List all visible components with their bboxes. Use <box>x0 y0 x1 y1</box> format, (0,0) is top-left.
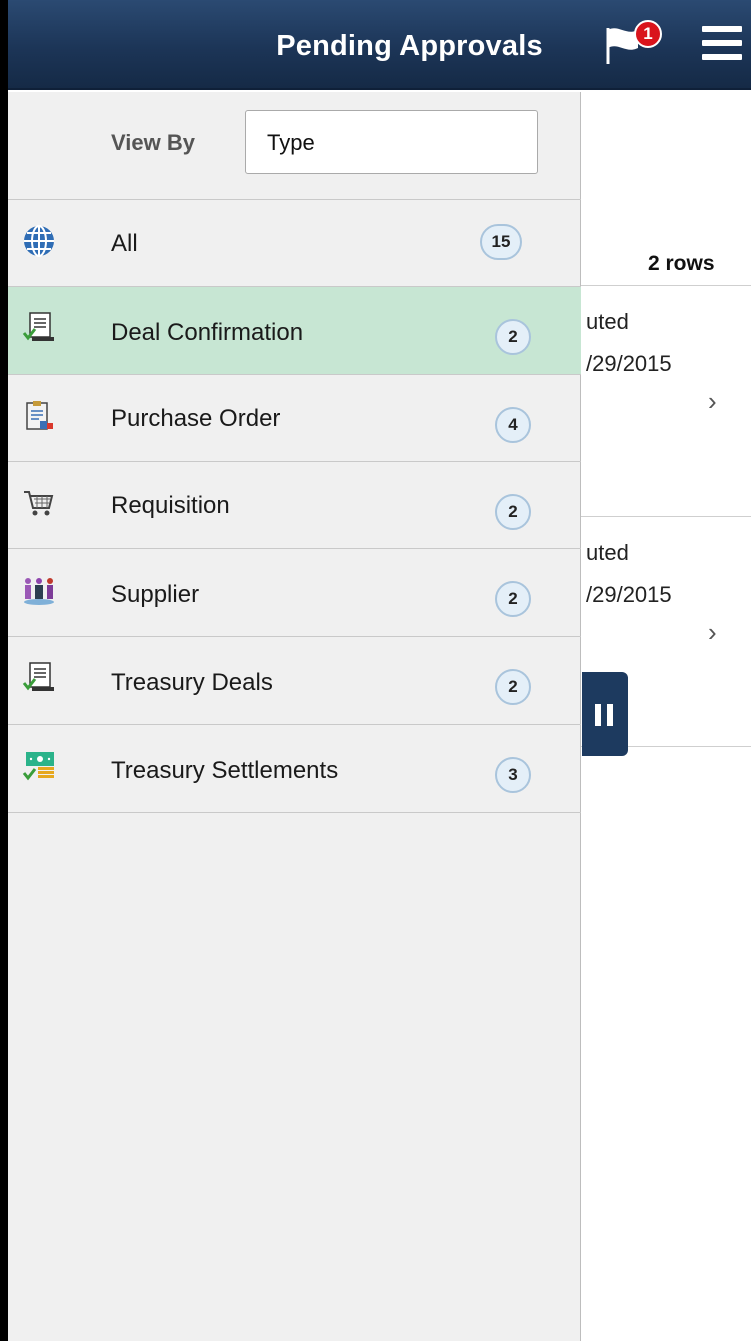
view-by-select[interactable]: Type <box>245 110 538 174</box>
chevron-right-icon[interactable]: › <box>708 386 717 417</box>
filter-item-all[interactable]: All 15 <box>8 200 581 287</box>
menu-button[interactable] <box>702 26 742 66</box>
row-date: /29/2015 <box>586 351 672 376</box>
count-badge: 3 <box>495 757 531 793</box>
globe-icon <box>24 225 54 257</box>
purchase-order-icon <box>26 401 53 430</box>
hamburger-icon <box>702 26 742 32</box>
filter-item-purchase-order[interactable]: Purchase Order 4 <box>8 375 581 462</box>
header-bar: Pending Approvals 1 <box>8 0 751 90</box>
pause-icon <box>595 704 601 726</box>
chevron-right-icon[interactable]: › <box>708 617 717 648</box>
notifications-button[interactable]: 1 <box>604 20 664 70</box>
count-badge: 2 <box>495 319 531 355</box>
treasury-settlements-icon <box>22 752 54 781</box>
row-status: uted <box>586 540 629 565</box>
row-divider <box>578 516 751 517</box>
filter-item-treasury-deals[interactable]: Treasury Deals 2 <box>8 637 581 725</box>
filter-item-treasury-settlements[interactable]: Treasury Settlements 3 <box>8 725 581 813</box>
filter-item-label: Treasury Settlements <box>111 757 339 784</box>
treasury-deals-icon <box>22 662 54 691</box>
deal-confirmation-icon <box>22 312 54 341</box>
view-by-section: View By Type <box>8 92 581 200</box>
filter-item-label: Purchase Order <box>111 405 281 432</box>
count-badge: 2 <box>495 581 531 617</box>
filter-item-supplier[interactable]: Supplier 2 <box>8 549 581 637</box>
row-date: /29/2015 <box>586 582 672 607</box>
collapse-panel-button[interactable] <box>582 672 628 756</box>
row-status: uted <box>586 309 629 334</box>
supplier-people-icon <box>24 578 54 605</box>
row-divider <box>578 285 751 286</box>
count-badge: 2 <box>495 494 531 530</box>
filter-item-label: Requisition <box>111 492 230 519</box>
filter-item-requisition[interactable]: Requisition 2 <box>8 462 581 549</box>
filter-item-label: All <box>111 230 138 257</box>
view-by-label: View By <box>111 130 195 155</box>
shopping-cart-icon <box>24 491 54 516</box>
count-badge: 4 <box>495 407 531 443</box>
notification-badge: 1 <box>634 20 662 48</box>
pause-icon-bar <box>607 704 613 726</box>
app-frame: Pending Approvals 1 2 rows uted /29/2015… <box>0 0 751 1341</box>
hamburger-bar <box>702 54 742 60</box>
count-badge: 15 <box>480 224 522 260</box>
hamburger-bar <box>702 40 742 46</box>
filter-item-label: Supplier <box>111 581 200 608</box>
filter-item-label: Treasury Deals <box>111 669 273 696</box>
rows-count: 2 rows <box>648 252 715 275</box>
filter-item-deal-confirmation[interactable]: Deal Confirmation 2 <box>8 287 581 375</box>
filter-panel: View By Type All 15 Deal Confirmation 2 … <box>8 92 581 1341</box>
filter-item-label: Deal Confirmation <box>111 319 304 346</box>
count-badge: 2 <box>495 669 531 705</box>
